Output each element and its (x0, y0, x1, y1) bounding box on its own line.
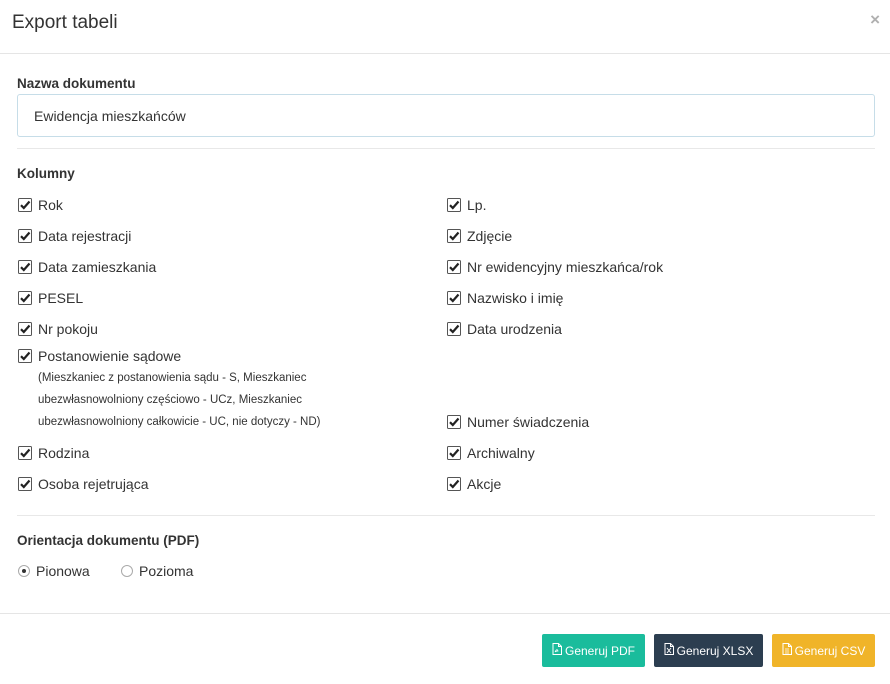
checkbox-label: Akcje (467, 476, 502, 492)
checkbox-data-rejestracji[interactable]: Data rejestracji (18, 227, 131, 245)
checkbox-checked-icon (18, 322, 32, 336)
generate-csv-button[interactable]: Generuj CSV (772, 634, 875, 667)
button-label: Generuj PDF (564, 643, 636, 658)
checkbox-numer-swiadczenia[interactable]: Numer świadczenia (447, 413, 589, 431)
document-name-label: Nazwa dokumentu (17, 76, 136, 91)
checkbox-label: Rodzina (38, 445, 90, 461)
checkbox-checked-icon (18, 291, 32, 305)
radio-pozioma[interactable]: Pozioma (121, 563, 193, 579)
checkbox-label: Data zamieszkania (38, 259, 157, 275)
footer-divider (0, 613, 890, 614)
checkbox-pesel[interactable]: PESEL (18, 289, 83, 307)
checkbox-checked-icon (18, 198, 32, 212)
checkbox-checked-icon (18, 229, 32, 243)
checkbox-label: Archiwalny (467, 445, 535, 461)
checkbox-osoba-rejetrujaca[interactable]: Osoba rejetrująca (18, 475, 149, 493)
checkbox-label: PESEL (38, 290, 84, 306)
checkbox-label: Rok (38, 197, 63, 213)
checkbox-rodzina[interactable]: Rodzina (18, 444, 89, 462)
checkbox-nazwisko-i-imie[interactable]: Nazwisko i imię (447, 289, 563, 307)
divider (17, 148, 875, 149)
checkbox-checked-icon (447, 415, 461, 429)
checkbox-data-zamieszkania[interactable]: Data zamieszkania (18, 258, 156, 276)
checkbox-rok[interactable]: Rok (18, 196, 63, 214)
radio-pionowa[interactable]: Pionowa (18, 563, 90, 579)
close-icon[interactable]: × (870, 11, 880, 28)
columns-label: Kolumny (17, 166, 75, 181)
checkbox-nr-ewidencyjny[interactable]: Nr ewidencyjny mieszkańca/rok (447, 258, 663, 276)
checkbox-checked-icon (18, 349, 32, 363)
checkbox-zdjecie[interactable]: Zdjęcie (447, 227, 512, 245)
radio-label: Pionowa (36, 563, 90, 579)
export-modal: Export tabeli × Nazwa dokumentu Kolumny … (0, 0, 890, 684)
checkbox-checked-icon (18, 260, 32, 274)
checkbox-label: Postanowienie sądowe (38, 348, 182, 364)
checkbox-akcje[interactable]: Akcje (447, 475, 501, 493)
checkbox-checked-icon (447, 477, 461, 491)
button-label: Generuj XLSX (676, 643, 754, 658)
generate-xlsx-button[interactable]: Generuj XLSX (654, 634, 763, 667)
checkbox-label: Nr pokoju (38, 321, 98, 337)
checkbox-label: Lp. (467, 197, 487, 213)
checkbox-note: (Mieszkaniec z postanowienia sądu - S, M… (38, 372, 321, 428)
file-pdf-icon (552, 643, 562, 658)
checkbox-lp[interactable]: Lp. (447, 196, 486, 214)
radio-label: Pozioma (139, 563, 194, 579)
checkbox-label: Data rejestracji (38, 228, 132, 244)
checkbox-checked-icon (447, 446, 461, 460)
orientation-label: Orientacja dokumentu (PDF) (17, 533, 200, 548)
checkbox-checked-icon (18, 477, 32, 491)
divider (17, 515, 875, 516)
file-excel-icon (664, 643, 674, 658)
checkbox-nr-pokoju[interactable]: Nr pokoju (18, 320, 98, 338)
checkbox-postanowienie-sadowe[interactable]: Postanowienie sądowe (Mieszkaniec z post… (18, 347, 348, 433)
checkbox-archiwalny[interactable]: Archiwalny (447, 444, 535, 462)
checkbox-checked-icon (447, 260, 461, 274)
checkbox-checked-icon (447, 229, 461, 243)
radio-unchecked-icon (121, 565, 133, 577)
radio-checked-icon (18, 565, 30, 577)
file-csv-icon (782, 643, 792, 658)
button-label: Generuj CSV (794, 643, 866, 658)
checkbox-label: Zdjęcie (467, 228, 513, 244)
checkbox-label: Osoba rejetrująca (38, 476, 149, 492)
checkbox-data-urodzenia[interactable]: Data urodzenia (447, 320, 562, 338)
checkbox-checked-icon (18, 446, 32, 460)
checkbox-label: Numer świadczenia (467, 414, 590, 430)
checkbox-checked-icon (447, 291, 461, 305)
checkbox-label: Data urodzenia (467, 321, 562, 337)
checkbox-checked-icon (447, 322, 461, 336)
modal-header: Export tabeli × (0, 0, 890, 54)
checkbox-label: Nazwisko i imię (467, 290, 564, 306)
generate-pdf-button[interactable]: Generuj PDF (542, 634, 645, 667)
checkbox-checked-icon (447, 198, 461, 212)
document-name-input[interactable] (17, 94, 875, 137)
modal-title: Export tabeli (12, 12, 118, 33)
checkbox-label: Nr ewidencyjny mieszkańca/rok (467, 259, 664, 275)
